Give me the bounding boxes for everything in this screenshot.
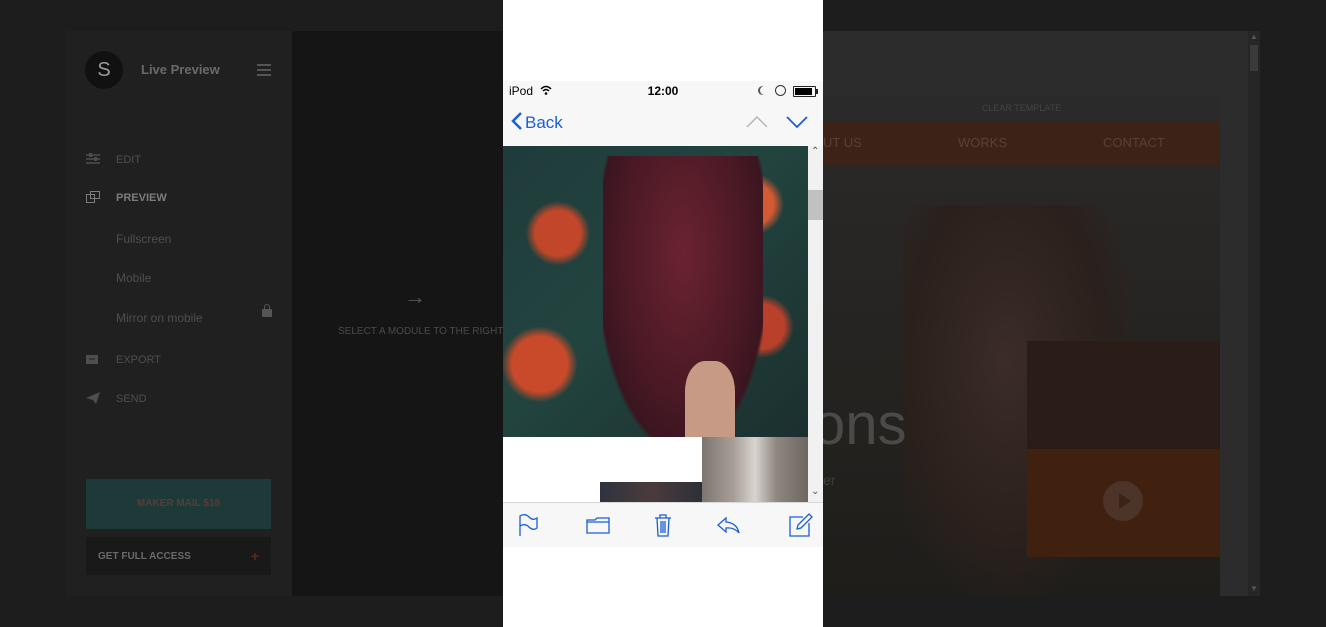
message-body[interactable] bbox=[503, 146, 808, 502]
texture-tile bbox=[1027, 341, 1220, 449]
hair-photo bbox=[503, 146, 808, 437]
preview-icon bbox=[86, 191, 100, 203]
template-nav-contact: CONTACT bbox=[1103, 135, 1165, 150]
sidebar-item-label: SEND bbox=[116, 393, 147, 405]
scroll-down-icon[interactable]: ⌄ bbox=[811, 486, 819, 497]
mobile-preview: iPod 12:00 Back ⌃ ⌄ bbox=[503, 0, 823, 627]
editor-canvas: → SELECT A MODULE TO THE RIGHT bbox=[292, 31, 503, 596]
template-nav: UT US WORKS CONTACT bbox=[823, 121, 1220, 165]
mail-toolbar bbox=[503, 502, 823, 547]
scroll-up-icon[interactable]: ▲ bbox=[1250, 32, 1258, 41]
chevron-up-icon[interactable] bbox=[746, 113, 768, 131]
hero-image: ons er bbox=[823, 165, 1220, 596]
logo: S bbox=[85, 51, 123, 89]
menu-icon[interactable] bbox=[257, 64, 271, 79]
sidebar-item-label: EDIT bbox=[116, 154, 142, 166]
export-icon bbox=[86, 355, 98, 364]
send-icon bbox=[86, 392, 100, 404]
template-preview: CLEAR TEMPLATE UT US WORKS CONTACT ons e… bbox=[823, 31, 1260, 596]
thumbnail-photo bbox=[600, 482, 702, 502]
video-tile bbox=[1027, 449, 1220, 557]
chevron-left-icon bbox=[511, 112, 522, 130]
template-nav-works: WORKS bbox=[958, 135, 1008, 150]
arrow-right-icon: → bbox=[404, 284, 426, 309]
moon-icon bbox=[760, 86, 769, 95]
scroll-down-icon[interactable]: ▼ bbox=[1250, 584, 1258, 593]
chevron-down-icon[interactable] bbox=[786, 113, 808, 131]
message-scrollbar[interactable]: ⌃ ⌄ bbox=[808, 146, 823, 502]
sidebar-item-label: Mirror on mobile bbox=[116, 311, 203, 325]
hero-headline: ons bbox=[823, 392, 907, 457]
trash-icon[interactable] bbox=[650, 512, 676, 538]
template-nav-about: UT US bbox=[823, 135, 862, 150]
sidebar-item-label: PREVIEW bbox=[116, 192, 167, 204]
status-bar: iPod 12:00 bbox=[503, 81, 823, 101]
hero-subtitle: er bbox=[823, 472, 836, 488]
scroll-thumb[interactable] bbox=[1250, 45, 1258, 71]
flag-icon[interactable] bbox=[515, 512, 541, 538]
sidebar: S Live Preview EDIT PREVIEW Fullscreen M… bbox=[66, 31, 292, 596]
rock-photo bbox=[702, 437, 808, 502]
hair-shape bbox=[603, 156, 763, 437]
reply-icon[interactable] bbox=[715, 512, 741, 538]
select-module-hint: SELECT A MODULE TO THE RIGHT bbox=[338, 326, 504, 337]
preview-scrollbar[interactable]: ▲ ▼ bbox=[1248, 31, 1260, 596]
compose-icon[interactable] bbox=[787, 512, 813, 538]
back-button[interactable]: Back bbox=[511, 111, 563, 133]
sliders-icon bbox=[86, 153, 100, 164]
battery-icon bbox=[793, 86, 818, 97]
promo-button[interactable]: MAKER MAIL $18 bbox=[86, 479, 271, 529]
app-title: Live Preview bbox=[141, 62, 220, 77]
sidebar-item-label: EXPORT bbox=[116, 354, 162, 366]
folder-icon[interactable] bbox=[585, 512, 611, 538]
get-full-access-button[interactable]: GET FULL ACCESS + bbox=[86, 537, 271, 575]
sidebar-item-label: Mobile bbox=[116, 271, 152, 285]
template-bar: CLEAR TEMPLATE bbox=[823, 95, 1220, 121]
access-label: GET FULL ACCESS bbox=[98, 551, 191, 562]
lock-icon bbox=[262, 304, 272, 317]
sidebar-item-label: Fullscreen bbox=[116, 232, 172, 246]
back-label: Back bbox=[525, 113, 563, 132]
rotation-lock-icon bbox=[775, 85, 786, 96]
nav-bar: Back bbox=[503, 101, 823, 147]
scroll-up-icon[interactable]: ⌃ bbox=[811, 146, 819, 157]
shoulder-shape bbox=[685, 361, 735, 437]
scroll-thumb[interactable] bbox=[808, 190, 823, 220]
plus-icon: + bbox=[250, 548, 259, 564]
play-icon[interactable] bbox=[1103, 481, 1143, 521]
